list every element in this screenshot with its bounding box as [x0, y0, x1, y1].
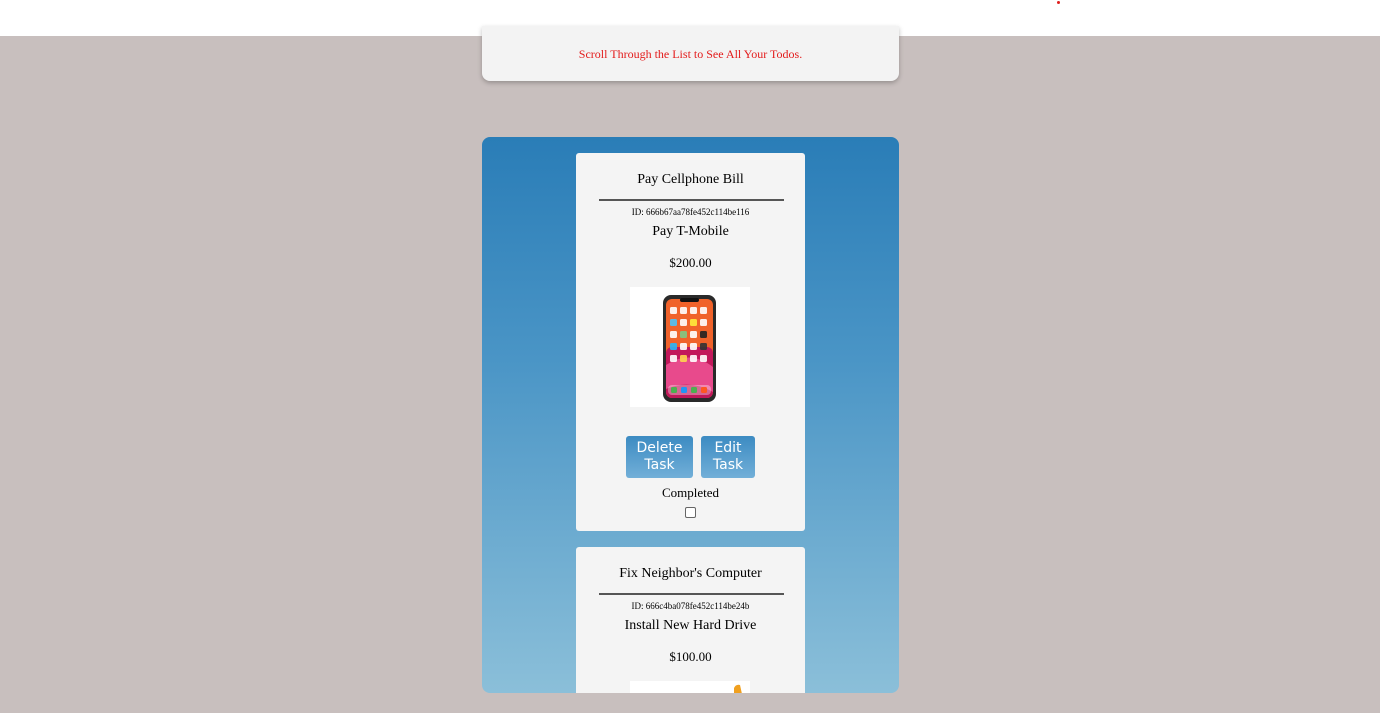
todo-description: Pay T-Mobile — [652, 224, 729, 239]
completed-checkbox[interactable] — [685, 507, 696, 518]
completed-label: Completed — [661, 485, 720, 500]
todo-title: Fix Neighbor's Computer — [619, 566, 762, 581]
edit-task-button[interactable]: Edit Task — [701, 436, 755, 478]
todo-card: Fix Neighbor's Computer ID: 666c4ba078fe… — [576, 547, 805, 693]
todo-id: ID: 666c4ba078fe452c114be24b — [631, 601, 750, 611]
todo-price: $200.00 — [669, 255, 712, 270]
todo-price: $100.00 — [669, 649, 712, 664]
nav-indicator-dot — [1057, 1, 1060, 4]
scroll-instruction-text: Scroll Through the List to See All Your … — [578, 47, 803, 61]
todo-id: ID: 666b67aa78fe452c114be116 — [631, 207, 750, 217]
hard-drive-icon — [734, 684, 742, 693]
smartphone-image — [630, 287, 750, 407]
todo-description: Install New Hard Drive — [624, 618, 757, 633]
computer-part-image — [630, 681, 750, 693]
smartphone-icon — [663, 295, 716, 402]
delete-task-button[interactable]: Delete Task — [626, 436, 693, 478]
title-divider — [599, 199, 784, 201]
todo-card: Pay Cellphone Bill ID: 666b67aa78fe452c1… — [576, 153, 805, 531]
intro-card: Scroll Through the List to See All Your … — [482, 26, 899, 81]
title-divider — [599, 593, 784, 595]
todo-title: Pay Cellphone Bill — [637, 172, 744, 187]
todo-list-panel[interactable]: Pay Cellphone Bill ID: 666b67aa78fe452c1… — [482, 137, 899, 693]
